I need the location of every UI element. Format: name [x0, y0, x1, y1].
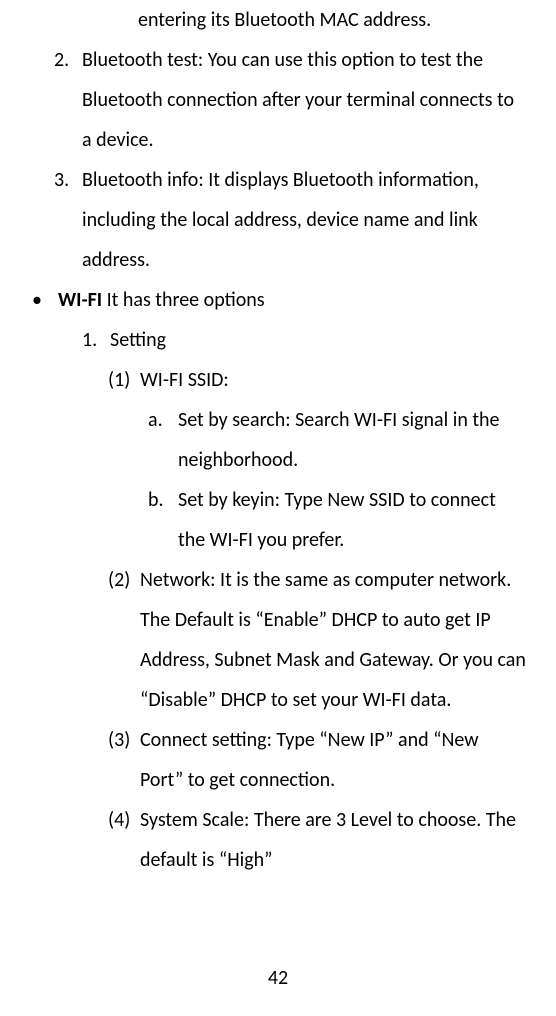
document-page: entering its Bluetooth MAC address. 2. B… — [0, 0, 556, 1016]
wifi-ssid-alpha-list: a. Set by search: Search WI-FI signal in… — [30, 400, 526, 560]
item-text: Network: It is the same as computer netw… — [140, 568, 526, 712]
item-marker: (1) — [108, 360, 130, 400]
wifi-rest: It has three options — [102, 288, 265, 312]
item-marker: a. — [148, 400, 163, 440]
wifi-bullet: • WI-FI It has three options — [30, 280, 526, 320]
item-marker: (4) — [108, 800, 130, 840]
item-text: Connect setting: Type “New IP” and “New … — [140, 728, 479, 792]
wifi-main-list: 1. Setting — [30, 320, 526, 360]
list-item: (3) Connect setting: Type “New IP” and “… — [140, 720, 526, 800]
wifi-setting-sublist: (1) WI-FI SSID: — [30, 360, 526, 400]
page-number: 42 — [0, 958, 556, 998]
item-text: WI-FI SSID: — [140, 368, 229, 392]
list-item: 1. Setting — [110, 320, 526, 360]
wifi-label: WI-FI — [58, 288, 102, 312]
list-item: b. Set by keyin: Type New SSID to connec… — [178, 480, 526, 560]
item-text: Setting — [110, 328, 166, 352]
item-marker: (2) — [108, 560, 130, 600]
item-marker: b. — [148, 480, 164, 520]
bluetooth-list: 2. Bluetooth test: You can use this opti… — [30, 40, 526, 280]
item-text: Set by search: Search WI-FI signal in th… — [178, 408, 500, 472]
bullet-icon: • — [32, 280, 42, 320]
list-item: 2. Bluetooth test: You can use this opti… — [82, 40, 526, 160]
item-text: Bluetooth info: It displays Bluetooth in… — [82, 168, 479, 272]
item-marker: 2. — [54, 40, 69, 80]
list-item: (1) WI-FI SSID: — [140, 360, 526, 400]
item-marker: 1. — [82, 320, 97, 360]
item-marker: (3) — [108, 720, 130, 760]
item-text: System Scale: There are 3 Level to choos… — [140, 808, 516, 872]
list-item: (4) System Scale: There are 3 Level to c… — [140, 800, 526, 880]
item-text: Bluetooth test: You can use this option … — [82, 48, 514, 152]
wifi-setting-sublist-2: (2) Network: It is the same as computer … — [30, 560, 526, 880]
list-item: a. Set by search: Search WI-FI signal in… — [178, 400, 526, 480]
item-marker: 3. — [54, 160, 69, 200]
partial-line: entering its Bluetooth MAC address. — [30, 0, 526, 40]
list-item: 3. Bluetooth info: It displays Bluetooth… — [82, 160, 526, 280]
item-text: Set by keyin: Type New SSID to connect t… — [178, 488, 496, 552]
list-item: (2) Network: It is the same as computer … — [140, 560, 526, 720]
